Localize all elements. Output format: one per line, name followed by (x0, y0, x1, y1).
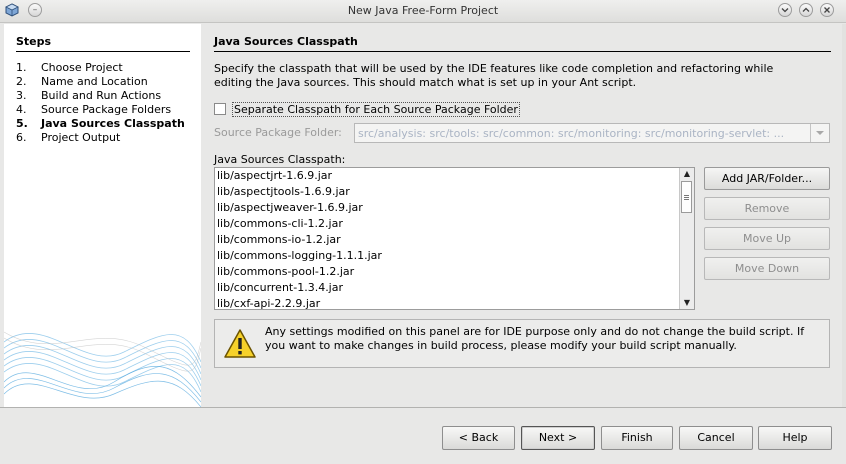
minimize-button[interactable] (778, 3, 792, 17)
list-item[interactable]: lib/commons-pool-1.2.jar (215, 264, 694, 280)
chevron-up-icon (802, 7, 810, 12)
source-package-folder-combo[interactable]: src/analysis: src/tools: src/common: src… (354, 123, 830, 143)
list-item[interactable]: lib/aspectjweaver-1.6.9.jar (215, 200, 694, 216)
step-item: 2. Name and Location (16, 75, 196, 89)
step-number: 2. (16, 75, 27, 88)
list-item[interactable]: lib/concurrent-1.3.4.jar (215, 280, 694, 296)
step-item: 1. Choose Project (16, 61, 196, 75)
page-title: Java Sources Classpath (214, 35, 831, 52)
list-item[interactable]: lib/aspectjtools-1.6.9.jar (215, 184, 694, 200)
panel-description: Specify the classpath that will be used … (214, 62, 774, 89)
step-label: Choose Project (41, 61, 123, 74)
steps-heading: Steps (16, 35, 190, 52)
add-jar-folder-button[interactable]: Add JAR/Folder... (704, 167, 830, 190)
close-button[interactable] (820, 3, 834, 17)
step-label: Source Package Folders (41, 103, 172, 116)
source-package-folder-value: src/analysis: src/tools: src/common: src… (358, 127, 785, 140)
classpath-list[interactable]: lib/aspectjrt-1.6.9.jar lib/aspectjtools… (214, 167, 695, 310)
step-label: Java Sources Classpath (41, 117, 185, 130)
warning-icon (224, 329, 256, 358)
chevron-down-icon (816, 131, 824, 135)
step-item-current: 5. Java Sources Classpath (16, 117, 196, 131)
list-item[interactable]: lib/commons-logging-1.1.1.jar (215, 248, 694, 264)
cancel-button[interactable]: Cancel (679, 426, 753, 450)
step-item: 4. Source Package Folders (16, 103, 196, 117)
maximize-button[interactable] (799, 3, 813, 17)
step-number: 4. (16, 103, 27, 116)
source-package-folder-label: Source Package Folder: (214, 126, 342, 139)
step-number: 1. (16, 61, 27, 74)
list-item[interactable]: lib/commons-io-1.2.jar (215, 232, 694, 248)
classpath-label: Java Sources Classpath: (214, 153, 346, 166)
footer-separator (0, 407, 846, 408)
finish-button[interactable]: Finish (601, 426, 673, 450)
list-item[interactable]: lib/aspectjrt-1.6.9.jar (215, 168, 694, 184)
step-number: 6. (16, 131, 27, 144)
step-item: 6. Project Output (16, 131, 196, 145)
back-button[interactable]: < Back (442, 426, 515, 450)
remove-button[interactable]: Remove (704, 197, 830, 220)
close-icon (824, 7, 830, 13)
steps-list: 1. Choose Project 2. Name and Location 3… (16, 61, 196, 145)
separate-classpath-label[interactable]: Separate Classpath for Each Source Packa… (232, 101, 520, 117)
move-up-button[interactable]: Move Up (704, 227, 830, 250)
help-button[interactable]: Help (758, 426, 832, 450)
step-label: Project Output (41, 131, 121, 144)
list-item[interactable]: lib/cxf-api-2.2.9.jar (215, 296, 694, 309)
separate-classpath-checkbox[interactable] (214, 103, 226, 115)
combo-arrow[interactable] (810, 124, 829, 142)
step-item: 3. Build and Run Actions (16, 89, 196, 103)
scrollbar-thumb[interactable] (681, 181, 692, 213)
window-title: New Java Free-Form Project (347, 4, 499, 17)
notice-text: Any settings modified on this panel are … (265, 325, 805, 352)
step-number: 3. (16, 89, 27, 102)
title-bar: – New Java Free-Form Project (0, 0, 846, 23)
step-label: Build and Run Actions (41, 89, 162, 102)
separate-classpath-checkbox-row[interactable]: Separate Classpath for Each Source Packa… (214, 101, 520, 117)
scroll-down-arrow-icon[interactable]: ▼ (680, 297, 694, 309)
step-number: 5. (16, 117, 28, 130)
move-down-button[interactable]: Move Down (704, 257, 830, 280)
vertical-scrollbar[interactable]: ▲ ▼ (679, 168, 694, 309)
scroll-up-arrow-icon[interactable]: ▲ (680, 168, 694, 180)
list-item[interactable]: lib/commons-cli-1.2.jar (215, 216, 694, 232)
chevron-down-icon (781, 8, 789, 13)
window-edge (842, 24, 846, 407)
ide-notice-box: Any settings modified on this panel are … (214, 319, 830, 368)
next-button[interactable]: Next > (521, 426, 595, 450)
step-label: Name and Location (41, 75, 148, 88)
steps-panel: Steps 1. Choose Project 2. Name and Loca… (4, 24, 201, 407)
decorative-waves-image (4, 331, 201, 407)
